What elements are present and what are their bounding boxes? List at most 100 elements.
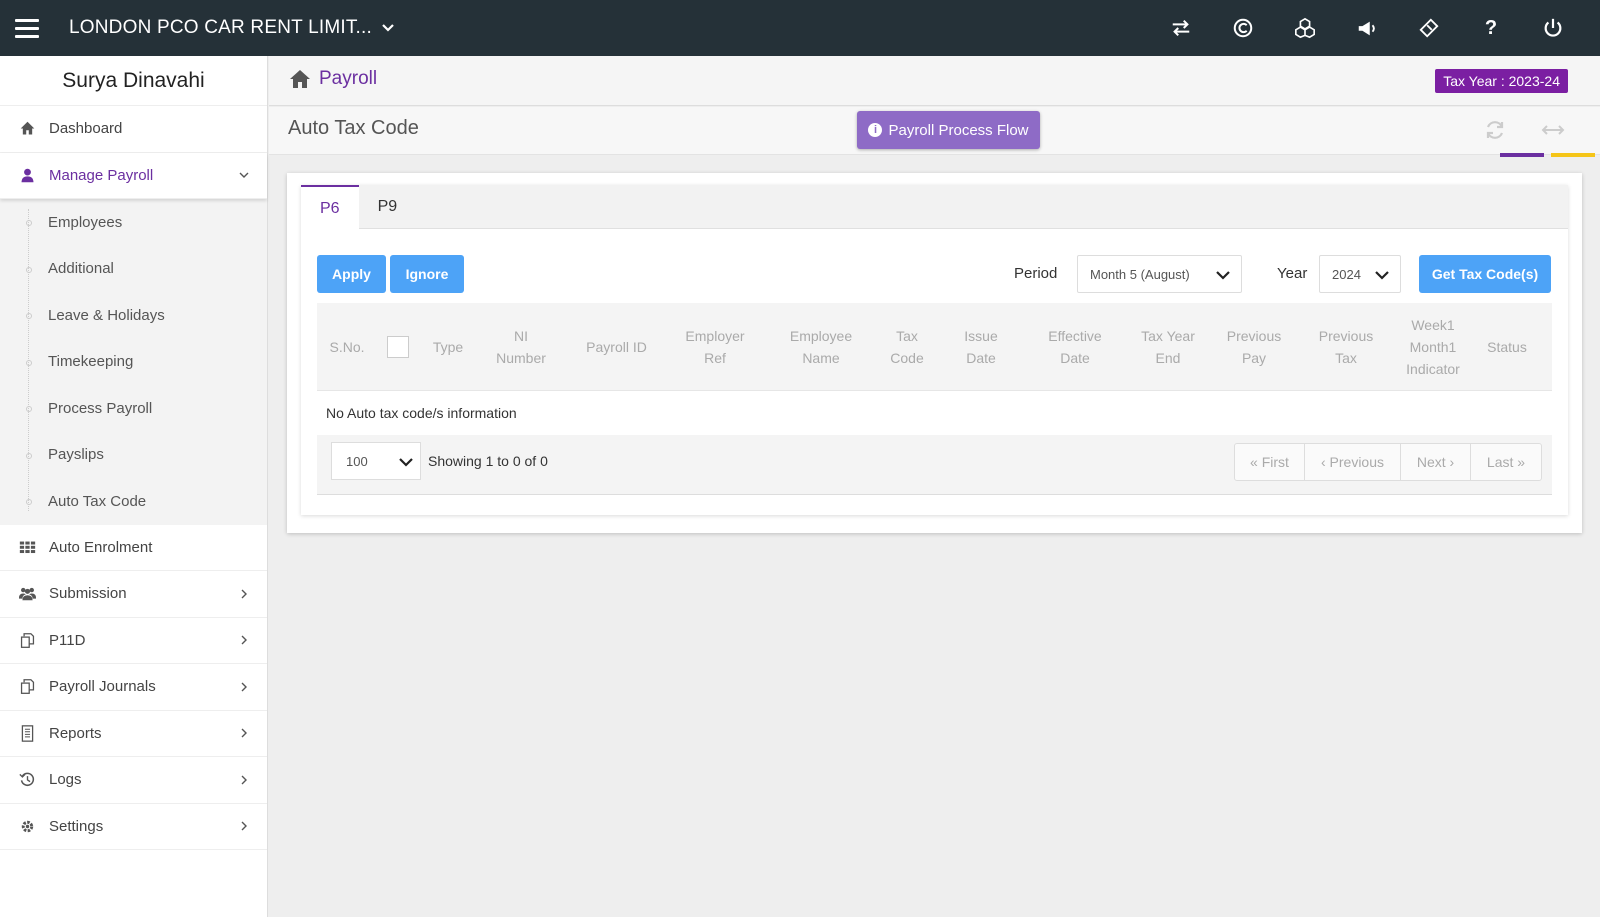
column-header: Employer Ref bbox=[685, 328, 745, 366]
tab-p6[interactable]: P6 bbox=[301, 185, 359, 230]
yellow-indicator-strip bbox=[1551, 153, 1595, 157]
chevron-right-icon bbox=[241, 635, 247, 645]
ignore-button[interactable]: Ignore bbox=[390, 255, 464, 293]
manage-payroll-submenu: Employees Additional Leave & Holidays Ti… bbox=[0, 199, 267, 525]
sidebar-item-additional[interactable]: Additional bbox=[0, 246, 267, 293]
tabs-panel: P6 P9 Apply Ignore Period Month 5 (Augus… bbox=[301, 185, 1568, 515]
sidebar-item-label: Payroll Journals bbox=[49, 678, 156, 696]
pagination-buttons: « First ‹ Previous Next › Last » bbox=[1234, 443, 1542, 481]
sidebar-item-payroll-journals[interactable]: Payroll Journals bbox=[0, 664, 267, 711]
payroll-process-flow-button[interactable]: i Payroll Process Flow bbox=[857, 111, 1040, 149]
column-header: Previous Pay bbox=[1226, 328, 1282, 366]
home-icon bbox=[290, 70, 310, 88]
sidebar-item-payslips[interactable]: Payslips bbox=[0, 432, 267, 479]
sidebar-item-auto-enrolment[interactable]: Auto Enrolment bbox=[0, 525, 267, 571]
chevron-right-icon bbox=[241, 821, 247, 831]
column-header: Issue Date bbox=[964, 328, 998, 366]
sidebar-item-label: Settings bbox=[49, 817, 104, 835]
column-header: S.No. bbox=[329, 339, 365, 355]
refresh-icon[interactable] bbox=[1484, 119, 1506, 141]
previous-page-button[interactable]: ‹ Previous bbox=[1305, 444, 1401, 480]
sidebar-item-process-payroll[interactable]: Process Payroll bbox=[0, 385, 267, 432]
megaphone-icon[interactable] bbox=[1336, 0, 1398, 56]
cubes-icon[interactable] bbox=[1274, 0, 1336, 56]
sidebar-item-timekeeping[interactable]: Timekeeping bbox=[0, 339, 267, 386]
get-tax-codes-button[interactable]: Get Tax Code(s) bbox=[1419, 255, 1551, 293]
sidebar-item-auto-tax-code[interactable]: Auto Tax Code bbox=[0, 478, 267, 525]
sidebar-item-logs[interactable]: Logs bbox=[0, 757, 267, 804]
apply-button[interactable]: Apply bbox=[317, 255, 386, 293]
help-icon[interactable]: ? bbox=[1460, 0, 1522, 56]
sidebar-item-label: Manage Payroll bbox=[49, 166, 154, 184]
first-page-button[interactable]: « First bbox=[1235, 444, 1305, 480]
sidebar-item-p11d[interactable]: P11D bbox=[0, 618, 267, 664]
tab-bar: P6 P9 bbox=[301, 185, 1568, 230]
sidebar-item-manage-payroll[interactable]: Manage Payroll bbox=[0, 153, 267, 199]
swap-icon[interactable] bbox=[1150, 0, 1212, 56]
chevron-down-icon bbox=[399, 458, 413, 467]
select-all-checkbox[interactable] bbox=[387, 336, 409, 358]
chevron-right-icon bbox=[241, 589, 247, 599]
users-icon bbox=[18, 585, 36, 603]
year-label: Year bbox=[1277, 265, 1308, 282]
top-bar: LONDON PCO CAR RENT LIMIT... ? bbox=[0, 0, 1600, 56]
chevron-down-icon bbox=[1375, 271, 1389, 280]
column-header: Payroll ID bbox=[586, 339, 647, 355]
page-size-select[interactable]: 100 bbox=[331, 442, 421, 480]
sidebar-item-settings[interactable]: Settings bbox=[0, 804, 267, 850]
sidebar-item-label: P11D bbox=[49, 631, 86, 649]
gear-icon bbox=[18, 817, 36, 835]
column-header: Status bbox=[1487, 339, 1527, 355]
chevron-down-icon bbox=[239, 172, 249, 179]
history-icon bbox=[18, 771, 36, 789]
column-header: Effective Date bbox=[1048, 328, 1102, 366]
sidebar-item-label: Dashboard bbox=[49, 120, 123, 138]
main-header: Payroll Tax Year : 2023-24 bbox=[269, 56, 1600, 106]
grid-icon bbox=[18, 538, 36, 556]
sidebar-item-reports[interactable]: Reports bbox=[0, 711, 267, 757]
ticket-icon[interactable] bbox=[1398, 0, 1460, 56]
toolbar: Apply Ignore Period Month 5 (August) Yea… bbox=[317, 255, 1552, 293]
column-header: Employee Name bbox=[789, 328, 853, 366]
copy-icon bbox=[18, 678, 36, 696]
chevron-down-icon bbox=[382, 24, 394, 32]
sidebar: Surya Dinavahi Dashboard Manage Payroll … bbox=[0, 56, 268, 917]
breadcrumb[interactable]: Payroll bbox=[289, 68, 377, 90]
sidebar-item-leave-holidays[interactable]: Leave & Holidays bbox=[0, 292, 267, 339]
sidebar-item-label: Reports bbox=[49, 724, 102, 742]
breadcrumb-label: Payroll bbox=[319, 68, 378, 89]
next-page-button[interactable]: Next › bbox=[1401, 444, 1471, 480]
expand-horizontal-icon[interactable] bbox=[1541, 119, 1565, 141]
empty-table-message: No Auto tax code/s information bbox=[326, 405, 517, 421]
period-select[interactable]: Month 5 (August) bbox=[1077, 255, 1242, 293]
chevron-down-icon bbox=[1216, 271, 1230, 280]
sidebar-item-dashboard[interactable]: Dashboard bbox=[0, 106, 267, 153]
column-header: Week1 Month1 Indicator bbox=[1406, 317, 1460, 377]
chevron-right-icon bbox=[241, 728, 247, 738]
company-name: LONDON PCO CAR RENT LIMIT... bbox=[69, 17, 372, 38]
table-header: S.No. Type NI Number Payroll ID Employer… bbox=[317, 303, 1552, 391]
document-icon bbox=[18, 724, 36, 742]
tax-year-badge: Tax Year : 2023-24 bbox=[1435, 69, 1568, 93]
sidebar-item-employees[interactable]: Employees bbox=[0, 199, 267, 246]
pagination-bar: 100 Showing 1 to 0 of 0 « First ‹ Previo… bbox=[317, 435, 1552, 495]
menu-icon[interactable] bbox=[15, 18, 39, 38]
period-label: Period bbox=[1014, 265, 1058, 282]
sidebar-item-label: Submission bbox=[49, 585, 127, 603]
tab-p9[interactable]: P9 bbox=[359, 185, 417, 229]
power-icon[interactable] bbox=[1522, 0, 1584, 56]
sidebar-item-submission[interactable]: Submission bbox=[0, 571, 267, 618]
column-header: Previous Tax bbox=[1318, 328, 1374, 366]
user-icon bbox=[18, 166, 36, 184]
company-selector[interactable]: LONDON PCO CAR RENT LIMIT... bbox=[69, 17, 396, 39]
chevron-right-icon bbox=[241, 682, 247, 692]
year-select[interactable]: 2024 bbox=[1319, 255, 1401, 293]
currency-icon[interactable] bbox=[1212, 0, 1274, 56]
showing-count: Showing 1 to 0 of 0 bbox=[428, 453, 548, 469]
last-page-button[interactable]: Last » bbox=[1471, 444, 1541, 480]
page-title: Auto Tax Code bbox=[288, 117, 419, 139]
sidebar-item-label: Logs bbox=[49, 771, 82, 789]
info-icon: i bbox=[868, 123, 883, 137]
user-name: Surya Dinavahi bbox=[0, 56, 267, 106]
column-header: Type bbox=[432, 339, 464, 355]
